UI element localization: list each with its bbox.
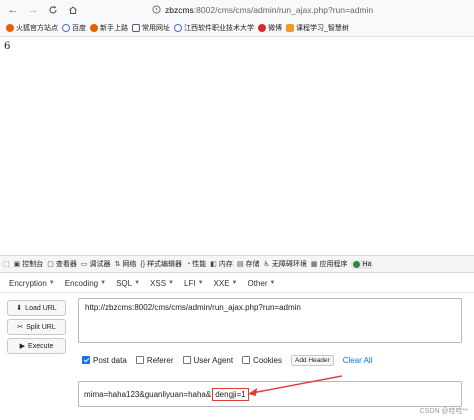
chevron-down-icon: ▼ [197,280,204,286]
chevron-down-icon: ▼ [100,280,107,286]
tab-performance[interactable]: ◔ 性能 [186,259,206,269]
forward-arrow-icon[interactable]: → [26,3,40,17]
tab-accessibility[interactable]: ♿ 无障碍环境 [264,259,307,269]
home-icon[interactable] [66,3,80,17]
referer-checkbox[interactable]: Referer [135,356,174,365]
menu-xss[interactable]: XSS ▼ [150,279,174,288]
accessibility-icon: ♿ [263,261,270,268]
bookmark-1[interactable]: 百度 [62,23,86,33]
menu-other[interactable]: Other ▼ [247,279,275,288]
tab-inspector[interactable]: ▢ 查看器 [47,259,77,269]
bookmark-6[interactable]: 课程学习_智慧树 [286,23,349,33]
menu-xxe[interactable]: XXE ▼ [214,279,238,288]
chevron-down-icon: ▼ [168,280,174,286]
storage-icon: ▤ [236,261,244,268]
chevron-down-icon: ▼ [231,280,238,286]
load-icon: ⬇ [16,305,23,312]
address-bar[interactable]: zbzcms:8002/cms/cms/admin/run_ajax.php?r… [152,2,474,17]
tab-application[interactable]: ▦ 应用程序 [311,259,348,269]
firefox-icon [6,23,14,32]
globe-icon [62,23,70,32]
chevron-down-icon: ▼ [48,280,55,286]
bookmark-2[interactable]: 新手上路 [90,23,128,33]
play-icon: ▶ [19,343,26,350]
hackbar-icon [353,260,361,268]
tab-console[interactable]: ▣ 控制台 [14,259,44,269]
user-agent-checkbox[interactable]: User Agent [182,356,233,365]
page-output: 6 [4,41,11,52]
bookmark-3[interactable]: 常用网址 [132,23,170,33]
watermark: CSDN @哇哇** [419,408,468,415]
connection-icon[interactable] [152,5,161,14]
url-textarea[interactable]: http://zbzcms:8002/cms/cms/admin/run_aja… [78,298,462,343]
url-host: zbzcms [165,4,194,15]
checkbox-unchecked [182,356,191,364]
menu-sql[interactable]: SQL ▼ [116,279,140,288]
back-arrow-icon[interactable]: ← [6,3,20,17]
checkbox-checked [82,356,90,364]
cookies-checkbox[interactable]: Cookies [242,356,282,365]
menu-encryption[interactable]: Encryption ▼ [9,279,55,288]
browser-toolbar: ← → zbzcms:8002/cms/cms/admin/run_ajax.p… [0,0,474,19]
bookmark-0[interactable]: 火狐官方站点 [6,23,58,33]
load-url-button[interactable]: ⬇ Load URL [7,300,66,316]
reload-icon[interactable] [46,3,60,17]
url-path: :8002/cms/cms/admin/run_ajax.php?run=adm… [193,4,374,15]
bookmarks-bar: 火狐官方站点 百度 新手上路 常用网址 江西软件职业技术大学 微博 课程学习_智… [0,19,474,37]
checkbox-unchecked [135,356,144,364]
tab-memory[interactable]: ◧ 内存 [210,259,233,269]
post-data-field[interactable]: mima=haha123&guanliyuan=haha& dengji=1 [78,381,462,407]
bookmark-4[interactable]: 江西软件职业技术大学 [174,23,254,33]
add-header-button[interactable]: Add Header [290,354,334,366]
checkbox-unchecked [242,356,251,364]
scissors-icon: ✂ [17,324,24,331]
application-icon: ▦ [310,261,318,268]
menu-encoding[interactable]: Encoding ▼ [65,279,106,288]
style-editor-icon: {} [140,260,146,268]
memory-icon: ◧ [210,261,217,268]
console-icon: ▣ [13,261,21,268]
menu-lfi[interactable]: LFI ▼ [184,279,204,288]
globe-icon [174,23,182,32]
post-data-text: mima=haha123&guanliyuan=haha& [84,389,212,399]
debugger-icon: ▭ [80,261,88,268]
split-url-button[interactable]: ✂ Split URL [7,319,66,335]
tab-style-editor[interactable]: {} 样式编辑器 [140,259,182,269]
performance-icon: ◔ [186,260,191,268]
post-data-checkbox[interactable]: Post data [82,356,127,365]
inspector-icon: ▢ [47,261,54,268]
clear-all-link[interactable]: Clear All [343,356,373,365]
folder-icon [132,23,140,32]
chevron-down-icon: ▼ [134,280,141,286]
highlighted-param: dengji=1 [212,387,249,401]
chevron-down-icon: ▼ [269,280,276,286]
tab-network[interactable]: ⇅ 网络 [115,259,137,269]
devtools-pick-icon[interactable]: ⬚ [3,260,10,268]
firefox-icon [90,23,98,32]
request-options: Post data Referer User Agent Cookies Add… [82,354,372,366]
tab-hackbar[interactable]: Ha [351,259,374,269]
zhihuishu-icon [286,23,294,32]
tab-debugger[interactable]: ▭ 调试器 [81,259,111,269]
divider [0,292,474,293]
devtools-tabbar: ⬚ ▣ 控制台 ▢ 查看器 ▭ 调试器 ⇅ 网络 {} 样式编辑器 ◔ 性能 ◧ 内存 ▤ 存储… [0,255,474,273]
tab-storage[interactable]: ▤ 存储 [237,259,260,269]
network-icon: ⇅ [114,261,121,268]
bookmark-5[interactable]: 微博 [258,23,282,33]
url-text: zbzcms:8002/cms/cms/admin/run_ajax.php?r… [165,5,373,15]
hackbar-menu: Encryption ▼ Encoding ▼ SQL ▼ XSS ▼ LFI ▼ XXE… [0,274,474,292]
weibo-icon [258,23,266,32]
execute-button[interactable]: ▶ Execute [7,338,66,354]
